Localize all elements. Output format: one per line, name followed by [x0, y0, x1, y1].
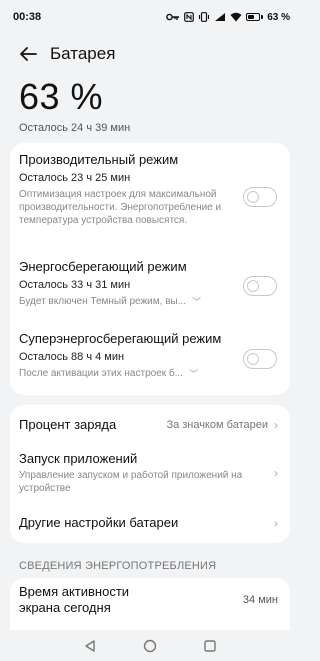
app-header: Батарея — [0, 36, 300, 72]
row-label: Другие настройки батареи — [19, 515, 179, 530]
performance-mode[interactable]: Производительный режим Осталось 23 ч 25 … — [19, 152, 278, 227]
mode-description: После активации этих настроек б... — [19, 368, 183, 379]
mode-description: Оптимизация настроек для максимальной пр… — [19, 189, 222, 226]
row-label: Запуск приложений — [19, 451, 138, 466]
consumption-card: Время активности экрана сегодня 34 мин — [10, 578, 290, 630]
status-icons: 63 % — [166, 12, 290, 23]
status-battery-percent: 63 % — [267, 11, 290, 23]
battery-settings-card: Процент заряда За значком батареи › Запу… — [10, 405, 290, 543]
row-value: За значком батареи — [166, 419, 268, 431]
arrow-left-icon — [20, 47, 37, 61]
status-time: 00:38 — [13, 11, 42, 23]
toggle-knob — [246, 279, 259, 292]
mode-remaining: Осталось 23 ч 25 мин — [19, 172, 131, 184]
key-icon — [166, 13, 180, 21]
chevron-right-icon: › — [274, 466, 278, 480]
back-triangle-icon[interactable] — [83, 639, 97, 653]
ultra-power-saving-mode-toggle[interactable] — [243, 349, 277, 369]
battery-percent: 63 % — [19, 76, 104, 117]
power-saving-mode[interactable]: Энергосберегающий режим Осталось 33 ч 31… — [19, 259, 278, 308]
wifi-icon — [230, 12, 242, 22]
toggle-knob — [246, 190, 259, 203]
mode-remaining: Осталось 88 ч 4 мин — [19, 351, 125, 363]
performance-mode-toggle[interactable] — [243, 187, 277, 207]
mode-title: Энергосберегающий режим — [19, 259, 187, 274]
chevron-down-icon[interactable]: ﹀ — [192, 295, 201, 308]
battery-icon — [246, 13, 264, 21]
status-bar: 00:38 63 % — [0, 0, 300, 34]
section-header: СВЕДЕНИЯ ЭНЕРГОПОТРЕБЛЕНИЯ — [19, 560, 217, 572]
power-modes-card: Производительный режим Осталось 23 ч 25 … — [10, 143, 290, 395]
page-title: Батарея — [50, 44, 116, 63]
ultra-power-saving-mode[interactable]: Суперэнергосберегающий режим Осталось 88… — [19, 331, 278, 380]
nfc-icon — [184, 12, 195, 22]
home-circle-icon[interactable] — [143, 639, 157, 653]
battery-remaining: Осталось 24 ч 39 мин — [19, 122, 131, 134]
system-nav-bar — [0, 630, 300, 661]
row-label: Процент заряда — [19, 417, 117, 432]
chevron-right-icon: › — [274, 418, 278, 432]
app-launch-row[interactable]: Запуск приложений Управление запуском и … — [19, 451, 278, 495]
mode-title: Суперэнергосберегающий режим — [19, 331, 222, 346]
signal-icon — [215, 13, 226, 21]
power-saving-mode-toggle[interactable] — [243, 276, 277, 296]
mode-remaining: Осталось 33 ч 31 мин — [19, 279, 131, 291]
mode-description: Будет включен Темный режим, вы... — [19, 296, 187, 307]
row-label: Время активности экрана сегодня — [19, 584, 130, 615]
toggle-knob — [246, 352, 259, 365]
chevron-right-icon: › — [274, 516, 278, 530]
mode-title: Производительный режим — [19, 152, 179, 167]
charge-percent-row[interactable]: Процент заряда За значком батареи › — [19, 415, 278, 435]
row-value: 34 мин — [242, 594, 278, 606]
back-button[interactable] — [10, 36, 46, 72]
chevron-down-icon[interactable]: ﹀ — [189, 367, 198, 380]
vibrate-icon — [199, 12, 210, 22]
recents-square-icon[interactable] — [203, 639, 217, 653]
row-description: Управление запуском и работой приложений… — [19, 470, 243, 494]
screen-time-row[interactable]: Время активности экрана сегодня 34 мин — [19, 584, 278, 616]
other-settings-row[interactable]: Другие настройки батареи › — [19, 513, 278, 533]
